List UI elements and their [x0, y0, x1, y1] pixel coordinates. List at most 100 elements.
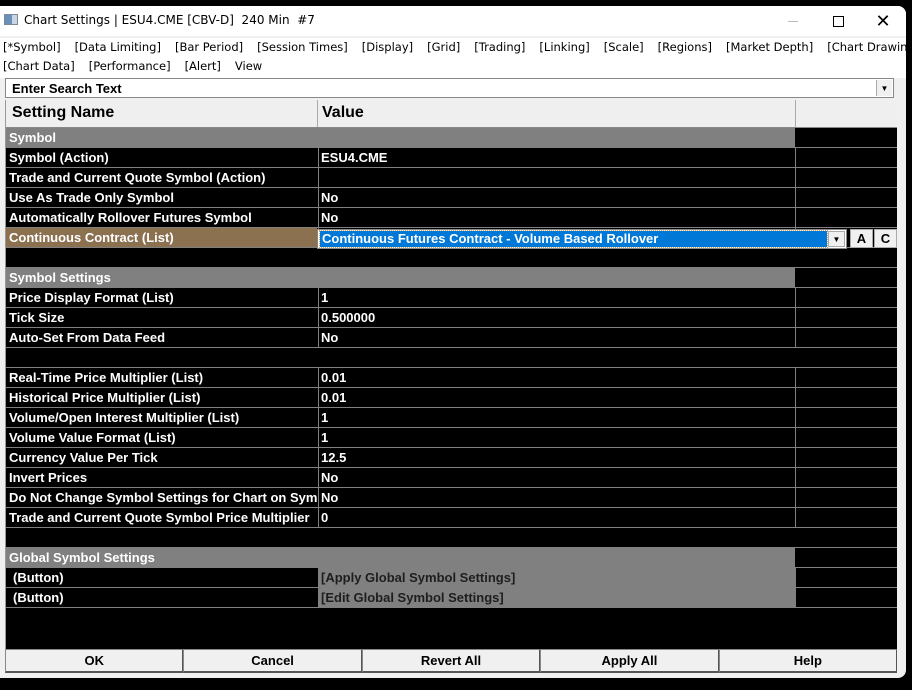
minimize-button[interactable] [770, 6, 816, 36]
tab-display[interactable]: [Display] [362, 40, 413, 58]
tab-session-times[interactable]: [Session Times] [257, 40, 348, 58]
setting-row[interactable]: Use As Trade Only Symbol No [6, 188, 898, 208]
setting-row[interactable]: Currency Value Per Tick 12.5 [6, 448, 898, 468]
apply-all-button[interactable]: Apply All [540, 649, 719, 673]
search-dropdown-button[interactable]: ▼ [876, 80, 892, 96]
header-value[interactable]: Value [322, 104, 364, 122]
setting-row[interactable]: Do Not Change Symbol Settings for Chart … [6, 488, 898, 508]
extra-cell [795, 468, 899, 487]
setting-row[interactable]: Invert Prices No [6, 468, 898, 488]
tab-market-depth[interactable]: [Market Depth] [726, 40, 813, 58]
help-button[interactable]: Help [718, 649, 898, 673]
setting-row[interactable]: Symbol (Action) ESU4.CME [6, 148, 898, 168]
setting-name: Symbol (Action) [9, 150, 109, 165]
section-header[interactable]: Symbol Settings [6, 268, 898, 288]
setting-row[interactable]: Trade and Current Quote Symbol Price Mul… [6, 508, 898, 528]
continuous-contract-select[interactable]: Continuous Futures Contract - Volume Bas… [317, 229, 847, 249]
tab-symbol[interactable]: [*Symbol] [3, 40, 61, 58]
extra-cell [795, 188, 899, 207]
dialog-footer: OK Cancel Revert All Apply All Help [5, 649, 898, 675]
setting-value[interactable]: 0.500000 [318, 308, 795, 327]
setting-row[interactable]: Trade and Current Quote Symbol (Action) [6, 168, 898, 188]
tab-chart-drawings[interactable]: [Chart Drawings] [827, 40, 906, 58]
setting-row[interactable]: (Button) [Edit Global Symbol Settings] [6, 588, 898, 608]
setting-row[interactable]: Price Display Format (List) 1 [6, 288, 898, 308]
setting-row[interactable]: Continuous Contract (List) Continuous Fut… [6, 228, 898, 249]
tab-scale[interactable]: [Scale] [604, 40, 644, 58]
section-title: Symbol Settings [6, 268, 795, 287]
tab-grid[interactable]: [Grid] [427, 40, 460, 58]
cancel-button[interactable]: Cancel [183, 649, 362, 673]
setting-value[interactable]: No [318, 468, 795, 487]
tab-regions[interactable]: [Regions] [658, 40, 712, 58]
setting-value[interactable]: No [318, 328, 795, 347]
tab-chart-data[interactable]: [Chart Data] [3, 59, 75, 77]
setting-name: (Button) [13, 590, 64, 605]
extra-cell [795, 168, 899, 187]
combo-button-a[interactable]: A [850, 229, 873, 248]
revert-all-button[interactable]: Revert All [361, 649, 541, 673]
setting-row[interactable]: Historical Price Multiplier (List) 0.01 [6, 388, 898, 408]
setting-value[interactable]: 1 [318, 288, 795, 307]
maximize-icon [832, 15, 844, 27]
extra-cell [795, 588, 899, 607]
setting-name: Continuous Contract (List) [6, 228, 317, 247]
action-button[interactable]: [Edit Global Symbol Settings] [318, 588, 795, 607]
chevron-down-icon: ▼ [880, 83, 889, 93]
search-input[interactable]: Enter Search Text ▼ [5, 78, 894, 98]
column-divider[interactable] [795, 100, 796, 127]
tab-performance[interactable]: [Performance] [89, 59, 171, 77]
setting-name: Tick Size [9, 310, 65, 325]
section-header[interactable]: Symbol [6, 128, 898, 148]
setting-value[interactable]: 1 [318, 428, 795, 447]
tab-view[interactable]: View [235, 59, 262, 77]
setting-name: Price Display Format (List) [9, 290, 174, 305]
close-icon: ✕ [875, 10, 891, 32]
section-header[interactable]: Global Symbol Settings [6, 548, 898, 568]
setting-value[interactable] [318, 168, 795, 187]
combo-button-c[interactable]: C [874, 229, 897, 248]
extra-cell [795, 148, 899, 167]
setting-value[interactable]: ESU4.CME [318, 148, 795, 167]
setting-row[interactable]: Real-Time Price Multiplier (List) 0.01 [6, 368, 898, 388]
extra-cell [795, 408, 899, 427]
chevron-down-icon[interactable]: ▼ [828, 231, 845, 247]
close-button[interactable]: ✕ [860, 6, 906, 36]
action-button[interactable]: [Apply Global Symbol Settings] [318, 568, 795, 587]
setting-value[interactable]: 0.01 [318, 368, 795, 387]
blank-row [6, 348, 898, 368]
tab-row-1: [*Symbol] [Data Limiting] [Bar Period] [Ses… [3, 40, 906, 58]
tab-data-limiting[interactable]: [Data Limiting] [75, 40, 161, 58]
setting-row[interactable]: Auto-Set From Data Feed No [6, 328, 898, 348]
setting-row[interactable]: Volume/Open Interest Multiplier (List) 1 [6, 408, 898, 428]
setting-row[interactable]: Automatically Rollover Futures Symbol No [6, 208, 898, 228]
tab-trading[interactable]: [Trading] [474, 40, 525, 58]
setting-value[interactable]: 0 [318, 508, 795, 527]
setting-name: Real-Time Price Multiplier (List) [9, 370, 204, 385]
tab-row-2: [Chart Data] [Performance] [Alert] View [3, 59, 276, 77]
settings-grid: Setting Name Value Symbol Symbol (Action)… [5, 100, 898, 649]
maximize-button[interactable] [815, 6, 861, 36]
window-title: Chart Settings | ESU4.CME [CBV-D] 240 Mi… [24, 13, 315, 27]
setting-row[interactable]: Volume Value Format (List) 1 [6, 428, 898, 448]
setting-value[interactable]: No [318, 188, 795, 207]
extra-cell [795, 388, 899, 407]
setting-name: (Button) [13, 570, 64, 585]
column-divider[interactable] [317, 100, 318, 127]
setting-name: Auto-Set From Data Feed [9, 330, 166, 345]
setting-value[interactable]: No [318, 208, 795, 227]
tab-bar-period[interactable]: [Bar Period] [175, 40, 243, 58]
setting-name: Invert Prices [9, 470, 88, 485]
selected-option[interactable]: Continuous Futures Contract - Volume Bas… [319, 230, 828, 248]
ok-button[interactable]: OK [5, 649, 184, 673]
setting-value[interactable]: No [318, 488, 795, 507]
setting-value[interactable]: 12.5 [318, 448, 795, 467]
setting-name: Volume Value Format (List) [9, 430, 176, 445]
setting-row[interactable]: Tick Size 0.500000 [6, 308, 898, 328]
tab-alert[interactable]: [Alert] [185, 59, 221, 77]
setting-row[interactable]: (Button) [Apply Global Symbol Settings] [6, 568, 898, 588]
setting-value[interactable]: 1 [318, 408, 795, 427]
header-setting-name[interactable]: Setting Name [12, 104, 114, 122]
setting-value[interactable]: 0.01 [318, 388, 795, 407]
tab-linking[interactable]: [Linking] [539, 40, 589, 58]
